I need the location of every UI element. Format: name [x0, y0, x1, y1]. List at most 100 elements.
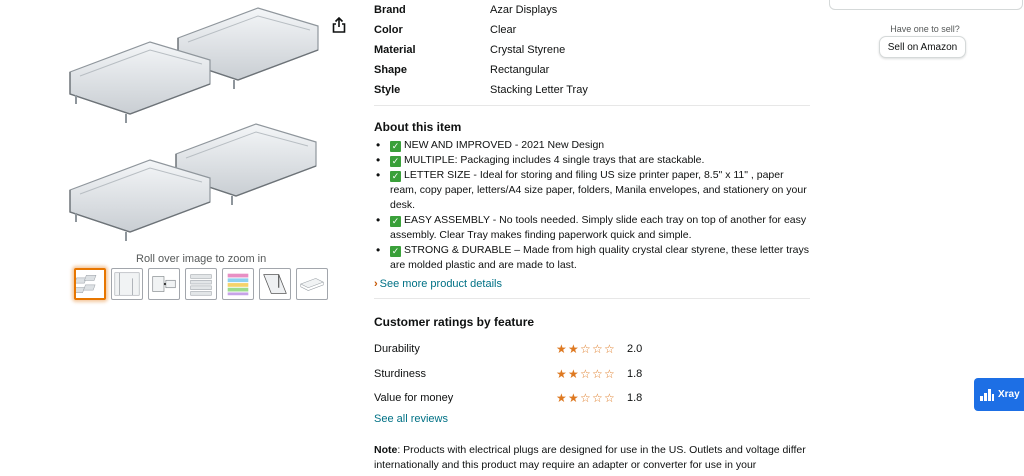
note-body: : Products with electrical plugs are des… — [374, 443, 806, 471]
spec-row: Style Stacking Letter Tray — [374, 80, 810, 100]
star-icon: ☆ — [592, 391, 603, 406]
star-icon: ★ — [556, 366, 567, 381]
spec-key: Color — [374, 24, 403, 36]
tray-2 — [69, 41, 211, 123]
star-icon: ★ — [568, 342, 579, 357]
thumbnail-1[interactable] — [74, 268, 106, 300]
about-bullet-text: EASY ASSEMBLY - No tools needed. Simply … — [390, 214, 807, 241]
spec-key: Style — [374, 84, 401, 96]
about-title: About this item — [374, 120, 462, 134]
about-bullet: ✓EASY ASSEMBLY - No tools needed. Simply… — [374, 213, 810, 243]
thumbnail-5[interactable] — [222, 268, 254, 300]
spec-row: Color Clear — [374, 20, 810, 40]
check-icon: ✓ — [390, 171, 401, 182]
rating-label: Sturdiness — [374, 367, 426, 380]
check-icon: ✓ — [390, 246, 401, 257]
about-bullet: ✓NEW AND IMPROVED - 2021 New Design — [374, 138, 810, 153]
see-all-reviews-link[interactable]: See all reviews — [374, 413, 448, 425]
star-icon: ☆ — [580, 366, 591, 381]
rating-value: 1.8 — [627, 367, 643, 380]
sell-hint: Have one to sell? — [890, 24, 960, 34]
divider — [374, 105, 810, 106]
spec-value: Crystal Styrene — [490, 44, 566, 56]
check-icon: ✓ — [390, 156, 401, 167]
star-icon: ☆ — [604, 391, 615, 406]
star-icon: ★ — [556, 391, 567, 406]
rating-label: Value for money — [374, 392, 454, 405]
rating-row: Durability ★ ★ ☆ ☆ ☆ 2.0 — [374, 337, 810, 362]
star-icon: ★ — [568, 391, 579, 406]
thumbnail-7[interactable] — [296, 268, 328, 300]
about-bullet-text: STRONG & DURABLE – Made from high qualit… — [390, 244, 809, 271]
thumbnail-image — [300, 278, 324, 291]
rating-value: 1.8 — [627, 392, 643, 405]
chevron-right-icon: › — [374, 278, 378, 290]
divider — [374, 298, 810, 299]
product-main-image[interactable] — [60, 0, 320, 250]
spec-row: Material Crystal Styrene — [374, 40, 810, 60]
star-icon: ☆ — [604, 342, 615, 357]
thumbnail-2[interactable] — [111, 268, 143, 300]
buybox-container-edge — [829, 0, 1023, 10]
thumbnail-image — [76, 274, 97, 294]
about-bullets: ✓NEW AND IMPROVED - 2021 New Design ✓MUL… — [374, 138, 810, 273]
rating-value: 2.0 — [627, 343, 643, 356]
sell-on-amazon-button[interactable]: Sell on Amazon — [879, 36, 966, 58]
spec-value: Clear — [490, 24, 517, 36]
check-icon: ✓ — [390, 141, 401, 152]
ratings-list: Durability ★ ★ ☆ ☆ ☆ 2.0 Sturdiness ★ ★ ☆ ☆ ☆ 1.… — [374, 337, 810, 411]
star-icon: ☆ — [604, 366, 615, 381]
zoom-hint: Roll over image to zoom in — [136, 253, 267, 265]
xray-tab[interactable]: Xray — [974, 378, 1024, 411]
star-rating: ★ ★ ☆ ☆ ☆ — [556, 343, 626, 355]
star-icon: ☆ — [580, 342, 591, 357]
share-button[interactable] — [328, 14, 350, 36]
see-more-label: See more product details — [379, 278, 502, 290]
about-bullet: ✓MULTIPLE: Packaging includes 4 single t… — [374, 153, 810, 168]
spec-row: Brand Azar Displays — [374, 0, 810, 20]
spec-row: Shape Rectangular — [374, 60, 810, 80]
about-bullet-text: MULTIPLE: Packaging includes 4 single tr… — [404, 154, 705, 166]
spec-value: Azar Displays — [490, 4, 558, 16]
thumbnail-4[interactable] — [185, 268, 217, 300]
thumbnail-image — [263, 274, 287, 294]
product-details: Brand Azar Displays Color Clear Material… — [374, 0, 810, 473]
note-text: Note: Products with electrical plugs are… — [374, 443, 810, 473]
thumbnail-image — [227, 273, 249, 296]
spec-key: Material — [374, 44, 416, 56]
thumbnail-image — [190, 274, 212, 296]
xray-icon — [980, 388, 994, 401]
share-icon — [332, 17, 346, 33]
spec-value: Stacking Letter Tray — [490, 84, 588, 96]
star-rating: ★ ★ ☆ ☆ ☆ — [556, 392, 626, 404]
spec-value: Rectangular — [490, 64, 550, 76]
about-bullet: ✓STRONG & DURABLE – Made from high quali… — [374, 243, 810, 273]
rating-label: Durability — [374, 343, 420, 356]
rating-row: Sturdiness ★ ★ ☆ ☆ ☆ 1.8 — [374, 362, 810, 387]
about-bullet: ✓LETTER SIZE - Ideal for storing and fil… — [374, 168, 810, 213]
star-icon: ☆ — [592, 366, 603, 381]
star-icon: ☆ — [580, 391, 591, 406]
spec-key: Brand — [374, 4, 406, 16]
star-icon: ☆ — [592, 342, 603, 357]
check-icon: ✓ — [390, 216, 401, 227]
rating-row: Value for money ★ ★ ☆ ☆ ☆ 1.8 — [374, 386, 810, 411]
tray-4 — [69, 159, 211, 241]
thumbnail-image — [114, 272, 140, 296]
about-bullet-text: NEW AND IMPROVED - 2021 New Design — [404, 139, 605, 151]
ratings-title: Customer ratings by feature — [374, 315, 535, 329]
see-more-details-link[interactable]: › See more product details — [374, 278, 502, 290]
note-label: Note — [374, 443, 398, 456]
xray-label: Xray — [998, 389, 1020, 400]
spec-key: Shape — [374, 64, 408, 76]
about-bullet-text: LETTER SIZE - Ideal for storing and fili… — [390, 169, 807, 211]
spec-table: Brand Azar Displays Color Clear Material… — [374, 0, 810, 100]
thumbnail-3[interactable] — [148, 268, 180, 300]
star-icon: ★ — [556, 342, 567, 357]
thumbnail-strip — [74, 268, 328, 300]
thumbnail-image — [152, 276, 176, 292]
product-image-block: Roll over image to zoom in — [50, 0, 360, 310]
star-icon: ★ — [568, 366, 579, 381]
thumbnail-6[interactable] — [259, 268, 291, 300]
star-rating: ★ ★ ☆ ☆ ☆ — [556, 368, 626, 380]
